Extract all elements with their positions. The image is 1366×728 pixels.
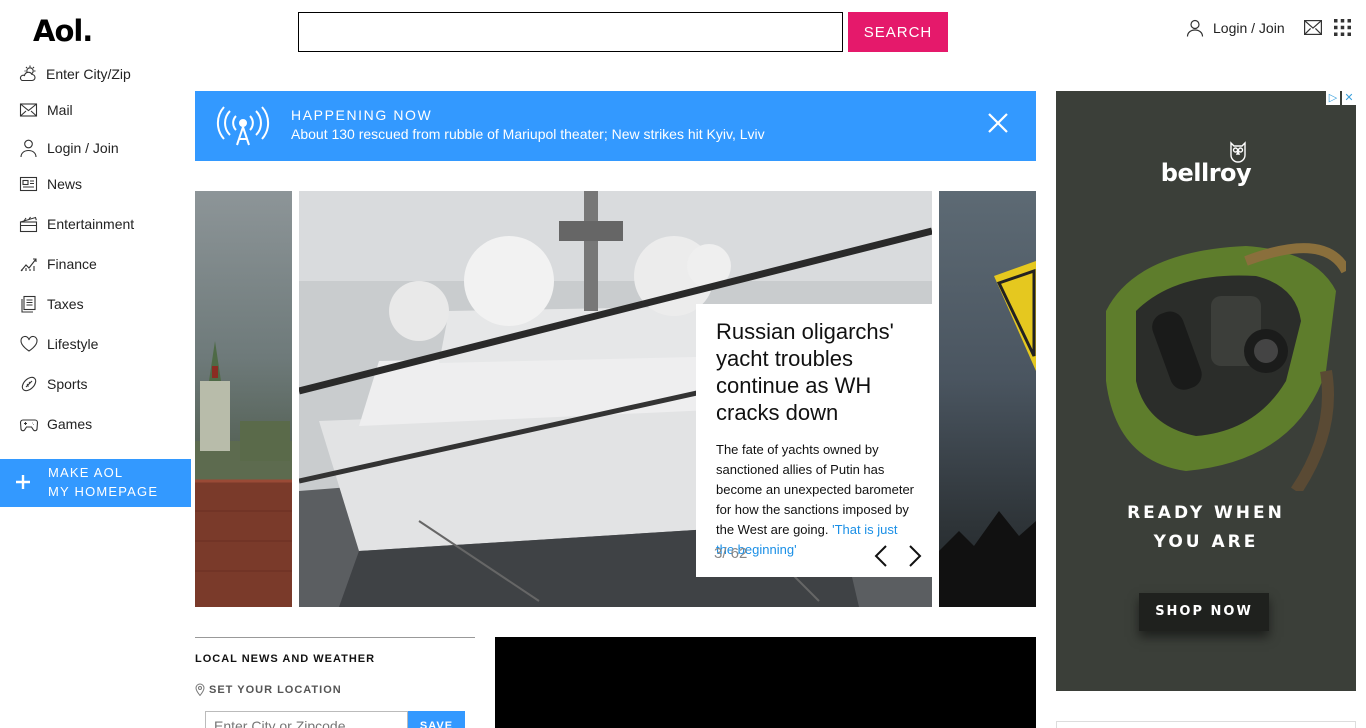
- sidebar-item-label: Sports: [47, 376, 88, 392]
- local-news-title: LOCAL NEWS AND WEATHER: [195, 653, 376, 665]
- sidebar-item-label: Entertainment: [47, 216, 135, 232]
- save-location-button[interactable]: SAVE: [408, 711, 465, 728]
- sidebar-item-label: Lifestyle: [47, 336, 99, 352]
- shop-now-button[interactable]: SHOP NOW: [1139, 593, 1269, 631]
- sidebar-item-label: Games: [47, 416, 93, 432]
- header-login-link[interactable]: Login / Join: [1186, 19, 1285, 37]
- header-mail-button[interactable]: [1304, 20, 1322, 40]
- heart-icon: [20, 335, 38, 352]
- close-icon[interactable]: [987, 112, 1009, 134]
- sidebar-item-mail[interactable]: Mail: [0, 94, 191, 126]
- make-homepage-label-line1: MAKE AOL: [48, 465, 124, 480]
- sidebar-item-weather[interactable]: Enter City/Zip: [0, 58, 191, 90]
- ad-headline: READY WHEN YOU ARE: [1056, 499, 1356, 557]
- aol-logo[interactable]: Aol.: [33, 14, 93, 48]
- search-button[interactable]: SEARCH: [848, 12, 948, 52]
- location-pin-icon: [195, 683, 205, 696]
- video-player[interactable]: [495, 637, 1036, 728]
- user-icon: [1186, 19, 1204, 37]
- story-card: Russian oligarchs' yacht troubles contin…: [696, 304, 938, 577]
- happening-now-title: HAPPENING NOW: [291, 107, 433, 123]
- set-location-label: SET YOUR LOCATION: [209, 683, 342, 696]
- news-carousel: Russian oligarchs' yacht troubles contin…: [195, 191, 1036, 607]
- story-headline-link[interactable]: Russian oligarchs' yacht troubles contin…: [716, 318, 918, 426]
- make-homepage-button[interactable]: MAKE AOL MY HOMEPAGE: [0, 459, 191, 507]
- ad-headline-line1: READY WHEN: [1127, 503, 1285, 523]
- mail-icon: [19, 103, 38, 117]
- carousel-next-slide-image[interactable]: [939, 191, 1036, 607]
- sidebar-item-lifestyle[interactable]: Lifestyle: [0, 328, 191, 360]
- kremlin-image: [195, 341, 292, 607]
- happening-now-headline-link[interactable]: About 130 rescued from rubble of Mariupo…: [291, 126, 765, 142]
- sidebar-item-label: Finance: [47, 256, 97, 272]
- ad-close-icon[interactable]: ✕: [1342, 91, 1356, 105]
- zipcode-input[interactable]: [205, 711, 408, 728]
- football-icon: [21, 376, 37, 392]
- ad-info-icon[interactable]: ▷: [1326, 91, 1340, 105]
- carousel-prev-slide-image[interactable]: [195, 191, 292, 607]
- sidebar-item-label: News: [47, 176, 83, 192]
- bellroy-advertisement[interactable]: ▷ ✕ bellroy READY WHEN YOU ARE SHOP NOW: [1056, 91, 1356, 691]
- clapperboard-icon: [19, 216, 38, 233]
- mail-icon: [1304, 20, 1322, 36]
- search-input[interactable]: [298, 12, 843, 52]
- secondary-module-edge: [1056, 721, 1356, 728]
- documents-icon: [21, 295, 36, 313]
- broadcast-icon: [216, 106, 270, 146]
- chart-icon: [20, 258, 37, 272]
- sidebar-item-label: Login / Join: [47, 140, 119, 156]
- sidebar-item-news[interactable]: News: [0, 168, 191, 200]
- make-homepage-label-line2: MY HOMEPAGE: [48, 484, 159, 499]
- news-icon: [19, 176, 38, 192]
- ad-brand-logo: bellroy: [1160, 159, 1252, 187]
- story-summary: The fate of yachts owned by sanctioned a…: [716, 440, 918, 560]
- plus-icon: [16, 475, 30, 489]
- sidebar-item-label: Mail: [47, 102, 73, 118]
- sidebar-item-login[interactable]: Login / Join: [0, 132, 191, 164]
- apps-grid-icon: [1334, 19, 1351, 36]
- sidebar-item-label: Taxes: [47, 296, 84, 312]
- bag-image: [1106, 243, 1346, 491]
- sidebar-item-finance[interactable]: Finance: [0, 248, 191, 280]
- slide-counter: 3/ 62: [714, 545, 748, 562]
- local-news-weather-module: LOCAL NEWS AND WEATHER SET YOUR LOCATION…: [195, 637, 475, 728]
- sidebar-item-taxes[interactable]: Taxes: [0, 288, 191, 320]
- warning-sign-image: [939, 261, 1036, 607]
- sidebar-item-label: Enter City/Zip: [46, 66, 131, 82]
- set-location-link[interactable]: SET YOUR LOCATION: [195, 683, 342, 696]
- header-login-label: Login / Join: [1213, 20, 1285, 36]
- sidebar-item-games[interactable]: Games: [0, 408, 191, 440]
- sidebar-item-sports[interactable]: Sports: [0, 368, 191, 400]
- gamepad-icon: [19, 419, 39, 432]
- user-icon: [20, 139, 37, 157]
- sidebar-item-entertainment[interactable]: Entertainment: [0, 208, 191, 240]
- ad-headline-line2: YOU ARE: [1153, 532, 1259, 552]
- chevron-right-icon[interactable]: [908, 545, 922, 567]
- chevron-left-icon[interactable]: [874, 545, 888, 567]
- weather-icon: [19, 65, 36, 82]
- ad-choices-badge[interactable]: ▷ ✕: [1326, 91, 1356, 105]
- happening-now-banner: HAPPENING NOW About 130 rescued from rub…: [195, 91, 1036, 161]
- apps-grid-button[interactable]: [1334, 19, 1351, 41]
